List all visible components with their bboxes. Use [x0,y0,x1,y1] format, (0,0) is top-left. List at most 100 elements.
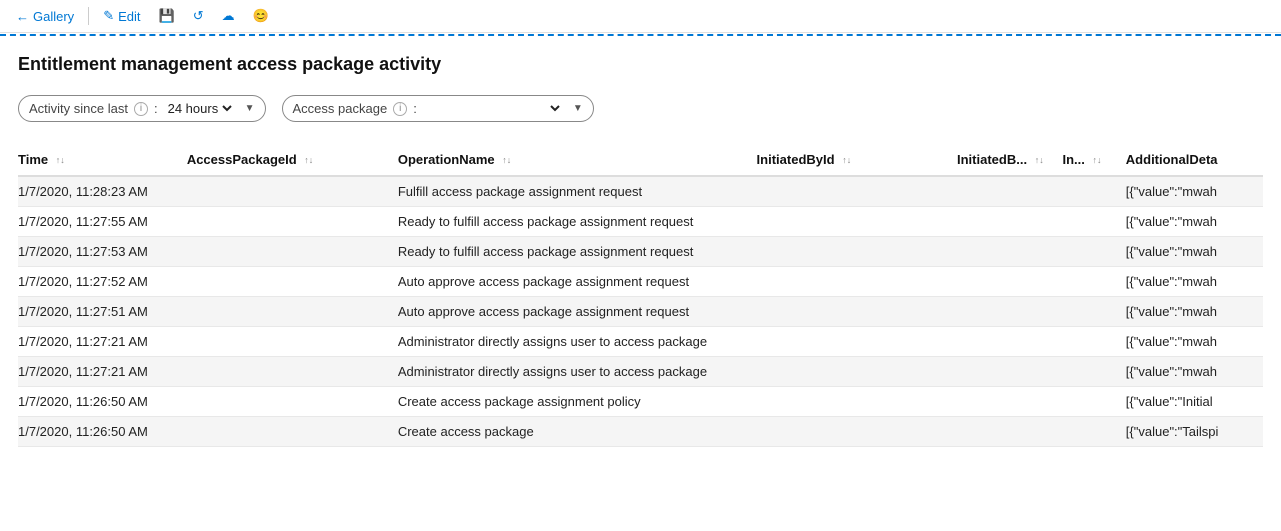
cell-apkgid [187,297,398,327]
col-in-label: In... [1063,152,1085,167]
cloud-icon: ☁ [222,8,235,24]
cell-in [1063,327,1126,357]
cell-opname: Ready to fulfill access package assignme… [398,237,757,267]
emoji-button[interactable]: 😊 [249,6,273,26]
save-button[interactable]: 💾 [155,6,179,26]
cell-apkgid [187,417,398,447]
activity-select[interactable]: 24 hours 1 hour 4 hours 12 hours 7 days … [164,100,235,117]
cell-addldata: [{"value":"mwah [1126,327,1263,357]
table-row[interactable]: 1/7/2020, 11:27:51 AM Auto approve access… [18,297,1263,327]
cell-opname: Auto approve access package assignment r… [398,297,757,327]
cell-opname: Auto approve access package assignment r… [398,267,757,297]
cell-opname: Create access package assignment policy [398,387,757,417]
package-colon: : [413,101,417,116]
cloud-button[interactable]: ☁ [218,6,239,26]
cell-initbyid [757,327,957,357]
cell-initby [957,207,1063,237]
cell-initby [957,297,1063,327]
table-row[interactable]: 1/7/2020, 11:27:53 AM Ready to fulfill ac… [18,237,1263,267]
cell-addldata: [{"value":"mwah [1126,357,1263,387]
edit-button[interactable]: ✎ Edit [99,6,144,26]
col-header-addldata: AdditionalDeta [1126,144,1263,176]
table-header-row: Time ↑↓ AccessPackageId ↑↓ OperationName… [18,144,1263,176]
back-gallery-button[interactable]: ← Gallery [12,7,78,26]
cell-time: 1/7/2020, 11:26:50 AM [18,417,187,447]
cell-addldata: [{"value":"Tailspi [1126,417,1263,447]
cell-in [1063,357,1126,387]
cell-in [1063,417,1126,447]
cell-opname: Fulfill access package assignment reques… [398,176,757,207]
cell-initby [957,176,1063,207]
toolbar-separator-1 [88,7,89,25]
sort-icon-initby: ↑↓ [1035,156,1044,165]
col-header-initbyid[interactable]: InitiatedById ↑↓ [757,144,957,176]
edit-icon: ✎ [103,8,114,24]
col-addldata-label: AdditionalDeta [1126,152,1218,167]
cell-apkgid [187,267,398,297]
cell-addldata: [{"value":"mwah [1126,237,1263,267]
col-header-in[interactable]: In... ↑↓ [1063,144,1126,176]
activity-info-icon: i [134,102,148,116]
cell-initbyid [757,207,957,237]
sort-icon-in: ↑↓ [1093,156,1102,165]
activity-filter-label: Activity since last [29,101,128,116]
table-row[interactable]: 1/7/2020, 11:27:52 AM Auto approve access… [18,267,1263,297]
cell-time: 1/7/2020, 11:26:50 AM [18,387,187,417]
gallery-label: Gallery [33,9,74,24]
cell-initby [957,267,1063,297]
table-row[interactable]: 1/7/2020, 11:26:50 AM Create access packa… [18,417,1263,447]
table-row[interactable]: 1/7/2020, 11:27:55 AMReady to fulfill ac… [18,207,1263,237]
table-body: 1/7/2020, 11:28:23 AMFulfill access pack… [18,176,1263,447]
edit-label: Edit [118,9,140,24]
cell-in [1063,237,1126,267]
package-select[interactable] [423,100,563,117]
table-row[interactable]: 1/7/2020, 11:26:50 AM Create access packa… [18,387,1263,417]
cell-in [1063,176,1126,207]
cell-initbyid [757,357,957,387]
cell-in [1063,207,1126,237]
table-row[interactable]: 1/7/2020, 11:27:21 AMAdministrator direc… [18,357,1263,387]
cell-initbyid [757,267,957,297]
col-header-opname[interactable]: OperationName ↑↓ [398,144,757,176]
emoji-icon: 😊 [253,8,269,24]
col-apkgid-label: AccessPackageId [187,152,297,167]
cell-initby [957,237,1063,267]
cell-opname: Create access package [398,417,757,447]
cell-time: 1/7/2020, 11:27:51 AM [18,297,187,327]
cell-apkgid [187,207,398,237]
cell-initby [957,417,1063,447]
refresh-button[interactable]: ↺ [189,6,208,26]
cell-in [1063,267,1126,297]
data-table: Time ↑↓ AccessPackageId ↑↓ OperationName… [18,144,1263,447]
cell-apkgid [187,357,398,387]
cell-opname: Administrator directly assigns user to a… [398,327,757,357]
cell-opname: Ready to fulfill access package assignme… [398,207,757,237]
cell-addldata: [{"value":"Initial [1126,387,1263,417]
cell-time: 1/7/2020, 11:27:52 AM [18,267,187,297]
cell-time: 1/7/2020, 11:27:53 AM [18,237,187,267]
activity-dropdown-icon: ▼ [245,103,255,114]
col-header-apkgid[interactable]: AccessPackageId ↑↓ [187,144,398,176]
cell-initbyid [757,387,957,417]
cell-initbyid [757,297,957,327]
cell-addldata: [{"value":"mwah [1126,297,1263,327]
col-header-initby[interactable]: InitiatedB... ↑↓ [957,144,1063,176]
col-time-label: Time [18,152,48,167]
cell-addldata: [{"value":"mwah [1126,176,1263,207]
package-info-icon: i [393,102,407,116]
toolbar-left: ← Gallery ✎ Edit 💾 ↺ ☁ 😊 [12,6,273,26]
table-row[interactable]: 1/7/2020, 11:28:23 AMFulfill access pack… [18,176,1263,207]
activity-colon: : [154,101,158,116]
cell-in [1063,297,1126,327]
cell-initby [957,327,1063,357]
cell-addldata: [{"value":"mwah [1126,207,1263,237]
col-initby-label: InitiatedB... [957,152,1027,167]
table-row[interactable]: 1/7/2020, 11:27:21 AMAdministrator direc… [18,327,1263,357]
cell-initbyid [757,417,957,447]
sort-icon-apkgid: ↑↓ [304,156,313,165]
cell-apkgid [187,387,398,417]
toolbar: ← Gallery ✎ Edit 💾 ↺ ☁ 😊 [0,0,1281,33]
back-arrow-icon: ← [16,9,29,24]
col-header-time[interactable]: Time ↑↓ [18,144,187,176]
refresh-icon: ↺ [193,8,204,24]
